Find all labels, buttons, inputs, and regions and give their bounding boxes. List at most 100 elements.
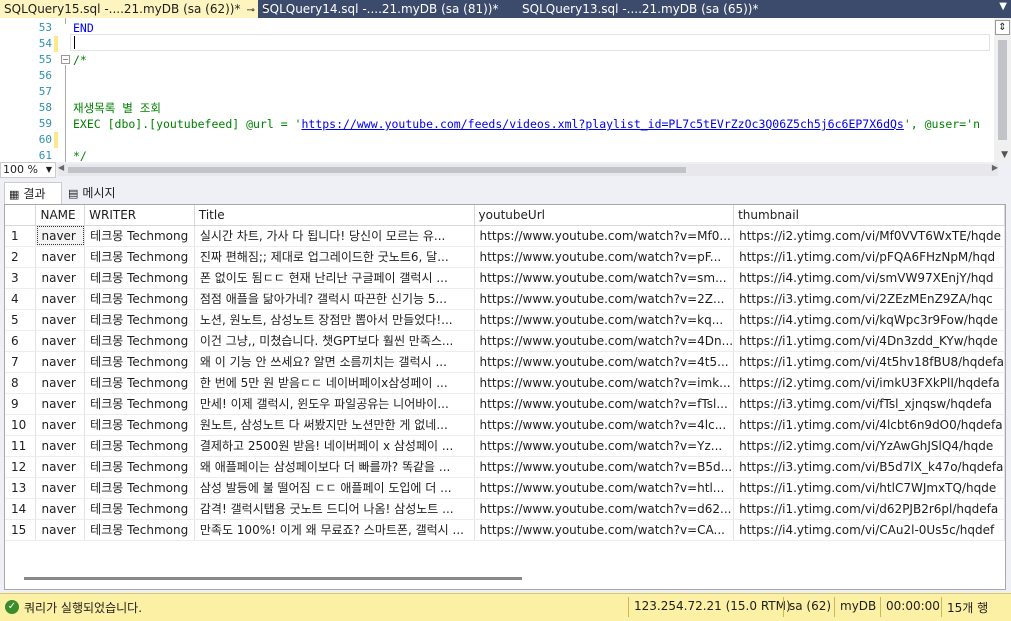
table-cell[interactable]: 테크몽 Techmong bbox=[84, 519, 195, 541]
table-cell[interactable]: naver bbox=[35, 246, 86, 268]
table-row[interactable]: 3 naver 테크몽 Techmong 폰 없이도 됨ㄷㄷ 현재 난리난 구글페이 … bbox=[5, 267, 1005, 289]
row-number[interactable]: 2 bbox=[5, 246, 37, 268]
table-cell[interactable]: 이건 그냥,, 미쳤습니다. 챗GPT보다 훨씬 만족스... bbox=[194, 330, 475, 352]
table-cell[interactable]: naver bbox=[35, 225, 86, 247]
row-number[interactable]: 6 bbox=[5, 330, 37, 352]
table-cell[interactable]: https://www.youtube.com/watch?v=htl... bbox=[474, 477, 735, 499]
editor-vertical-scrollbar[interactable]: ⇕ ▼ bbox=[994, 18, 1011, 162]
table-cell[interactable]: 진짜 편해짐;; 제대로 업그레이드한 굿노트6, 달... bbox=[194, 246, 475, 268]
table-cell[interactable]: 테크몽 Techmong bbox=[84, 351, 195, 373]
row-number[interactable]: 9 bbox=[5, 393, 37, 415]
table-row[interactable]: 4 naver 테크몽 Techmong 점점 애플을 닮아가네? 갤럭시 따끈한 신… bbox=[5, 288, 1005, 310]
table-cell[interactable]: 왜 이 기능 안 쓰세요? 알면 소름끼치는 갤럭시 ... bbox=[194, 351, 475, 373]
table-cell[interactable]: https://i4.ytimg.com/vi/CAu2l-0Us5c/hqde… bbox=[733, 519, 1005, 541]
table-cell[interactable]: 결제하고 2500원 받음! 네이버페이 x 삼성페이 ... bbox=[194, 435, 475, 457]
column-header[interactable]: WRITER bbox=[84, 205, 195, 226]
row-number[interactable]: 1 bbox=[5, 225, 37, 247]
table-cell[interactable]: https://www.youtube.com/watch?v=Yz... bbox=[474, 435, 735, 457]
table-cell[interactable]: naver bbox=[35, 330, 86, 352]
table-cell[interactable]: https://i1.ytimg.com/vi/4lcbt6n9dO0/hqde… bbox=[733, 414, 1005, 436]
row-number[interactable]: 12 bbox=[5, 456, 37, 478]
table-row[interactable]: 7 naver 테크몽 Techmong 왜 이 기능 안 쓰세요? 알면 소름끼치는… bbox=[5, 351, 1005, 373]
table-row[interactable]: 1 naver 테크몽 Techmong 실시간 차트, 가사 다 됩니다! 당신이 … bbox=[5, 225, 1005, 247]
table-cell[interactable]: 만세! 이제 갤럭시, 윈도우 파일공유는 니어바이... bbox=[194, 393, 475, 415]
table-cell[interactable]: https://i4.ytimg.com/vi/smVW97XEnjY/hqd bbox=[733, 267, 1005, 289]
scroll-right-icon[interactable]: ▶ bbox=[992, 163, 998, 172]
table-cell[interactable]: https://www.youtube.com/watch?v=CA... bbox=[474, 519, 735, 541]
table-cell[interactable]: naver bbox=[35, 267, 86, 289]
table-cell[interactable]: 만족도 100%! 이게 왜 무료죠? 스마트폰, 갤럭시 ... bbox=[194, 519, 475, 541]
table-cell[interactable]: naver bbox=[35, 498, 86, 520]
table-cell[interactable]: https://i1.ytimg.com/vi/4t5hv18fBU8/hqde… bbox=[733, 351, 1005, 373]
table-cell[interactable]: 원노트, 삼성노트 다 써봤지만 노션만한 게 없네... bbox=[194, 414, 475, 436]
scrollbar-thumb[interactable] bbox=[998, 40, 1007, 140]
column-header[interactable]: Title bbox=[194, 205, 475, 226]
table-cell[interactable]: 테크몽 Techmong bbox=[84, 456, 195, 478]
table-cell[interactable]: https://i1.ytimg.com/vi/htlC7WJmxTQ/hqde bbox=[733, 477, 1005, 499]
table-cell[interactable]: naver bbox=[35, 393, 86, 415]
table-row[interactable]: 5 naver 테크몽 Techmong 노션, 원노트, 삼성노트 장점만 뽑아서 … bbox=[5, 309, 1005, 331]
scrollbar-thumb[interactable] bbox=[68, 167, 686, 173]
table-cell[interactable]: 테크몽 Techmong bbox=[84, 225, 195, 247]
table-cell[interactable]: https://i1.ytimg.com/vi/4Dn3zdd_KYw/hqde bbox=[733, 330, 1005, 352]
table-row[interactable]: 15 naver 테크몽 Techmong 만족도 100%! 이게 왜 무료죠? 스… bbox=[5, 519, 1005, 541]
query-editor[interactable]: 53 54 55 56 57 58 59 60 61 − END /* 재생목록… bbox=[0, 18, 1011, 163]
split-editor-icon[interactable]: ⇕ bbox=[995, 20, 1010, 35]
table-cell[interactable]: naver bbox=[35, 351, 86, 373]
table-cell[interactable]: 테크몽 Techmong bbox=[84, 393, 195, 415]
table-cell[interactable]: naver bbox=[35, 456, 86, 478]
table-cell[interactable]: https://i1.ytimg.com/vi/pFQA6FHzNpM/hqd bbox=[733, 246, 1005, 268]
table-cell[interactable]: 한 번에 5만 원 받음ㄷㄷ 네이버페이x삼성페이 ... bbox=[194, 372, 475, 394]
table-cell[interactable]: naver bbox=[35, 477, 86, 499]
table-cell[interactable]: 왜 애플페이는 삼성페이보다 더 빠를까? 똑같을 ... bbox=[194, 456, 475, 478]
table-row[interactable]: 11 naver 테크몽 Techmong 결제하고 2500원 받음! 네이버페이 … bbox=[5, 435, 1005, 457]
row-number-header[interactable] bbox=[5, 205, 37, 226]
scrollbar-thumb[interactable] bbox=[24, 577, 522, 580]
collapse-icon[interactable]: − bbox=[61, 55, 70, 64]
table-row[interactable]: 10 naver 테크몽 Techmong 원노트, 삼성노트 다 써봤지만 노션만한… bbox=[5, 414, 1005, 436]
scroll-left-icon[interactable]: ◀ bbox=[58, 163, 64, 172]
table-row[interactable]: 13 naver 테크몽 Techmong 삼성 발등에 불 떨어짐 ㄷㄷ 애플페이 … bbox=[5, 477, 1005, 499]
table-cell[interactable]: 테크몽 Techmong bbox=[84, 498, 195, 520]
table-cell[interactable]: 테크몽 Techmong bbox=[84, 414, 195, 436]
table-cell[interactable]: 테크몽 Techmong bbox=[84, 435, 195, 457]
tab-sqlquery15[interactable]: SQLQuery15.sql -....21.myDB (sa (62))* ⊸ ✕ bbox=[0, 0, 271, 18]
row-number[interactable]: 15 bbox=[5, 519, 37, 541]
table-cell[interactable]: https://www.youtube.com/watch?v=4Dn... bbox=[474, 330, 735, 352]
row-number[interactable]: 7 bbox=[5, 351, 37, 373]
editor-horizontal-scrollbar[interactable]: ◀ ▶ bbox=[58, 163, 998, 176]
table-cell[interactable]: https://i2.ytimg.com/vi/YzAwGhJSlQ4/hqde bbox=[733, 435, 1005, 457]
table-cell[interactable]: https://www.youtube.com/watch?v=Mf0... bbox=[474, 225, 735, 247]
row-number[interactable]: 4 bbox=[5, 288, 37, 310]
row-number[interactable]: 14 bbox=[5, 498, 37, 520]
grid-horizontal-scrollbar[interactable] bbox=[4, 572, 1004, 586]
table-row[interactable]: 14 naver 테크몽 Techmong 감격! 갤럭시탭용 굿노트 드디어 나옴!… bbox=[5, 498, 1005, 520]
row-number[interactable]: 13 bbox=[5, 477, 37, 499]
row-number[interactable]: 8 bbox=[5, 372, 37, 394]
table-cell[interactable]: 테크몽 Techmong bbox=[84, 372, 195, 394]
table-cell[interactable]: https://www.youtube.com/watch?v=4lc... bbox=[474, 414, 735, 436]
row-number[interactable]: 3 bbox=[5, 267, 37, 289]
tab-sqlquery13[interactable]: SQLQuery13.sql -....21.myDB (sa (65))* bbox=[518, 0, 778, 18]
table-row[interactable]: 6 naver 테크몽 Techmong 이건 그냥,, 미쳤습니다. 챗GPT보다 … bbox=[5, 330, 1005, 352]
table-cell[interactable]: https://i2.ytimg.com/vi/Mf0VVT6WxTE/hqde bbox=[733, 225, 1005, 247]
table-cell[interactable]: naver bbox=[35, 435, 86, 457]
tab-sqlquery14[interactable]: SQLQuery14.sql -....21.myDB (sa (81))* bbox=[258, 0, 518, 18]
table-cell[interactable]: 테크몽 Techmong bbox=[84, 288, 195, 310]
table-row[interactable]: 2 naver 테크몽 Techmong 진짜 편해짐;; 제대로 업그레이드한 굿노… bbox=[5, 246, 1005, 268]
table-cell[interactable]: https://i3.ytimg.com/vi/B5d7lX_k47o/hqde… bbox=[733, 456, 1005, 478]
column-header[interactable]: thumbnail bbox=[733, 205, 1005, 226]
table-cell[interactable]: 테크몽 Techmong bbox=[84, 330, 195, 352]
table-cell[interactable]: 테크몽 Techmong bbox=[84, 267, 195, 289]
table-cell[interactable]: https://www.youtube.com/watch?v=B5d... bbox=[474, 456, 735, 478]
table-cell[interactable]: naver bbox=[35, 309, 86, 331]
table-row[interactable]: 12 naver 테크몽 Techmong 왜 애플페이는 삼성페이보다 더 빠를까?… bbox=[5, 456, 1005, 478]
table-cell[interactable]: naver bbox=[35, 288, 86, 310]
scroll-down-icon[interactable]: ▼ bbox=[1001, 150, 1008, 160]
table-cell[interactable]: https://i3.ytimg.com/vi/2ZEzMEnZ9ZA/hqc bbox=[733, 288, 1005, 310]
table-cell[interactable]: https://i1.ytimg.com/vi/d62PJB2r6pl/hqde… bbox=[733, 498, 1005, 520]
table-cell[interactable]: https://i3.ytimg.com/vi/fTsl_xjnqsw/hqde… bbox=[733, 393, 1005, 415]
table-cell[interactable]: 테크몽 Techmong bbox=[84, 477, 195, 499]
table-cell[interactable]: 테크몽 Techmong bbox=[84, 309, 195, 331]
column-header[interactable]: NAME bbox=[35, 205, 86, 226]
